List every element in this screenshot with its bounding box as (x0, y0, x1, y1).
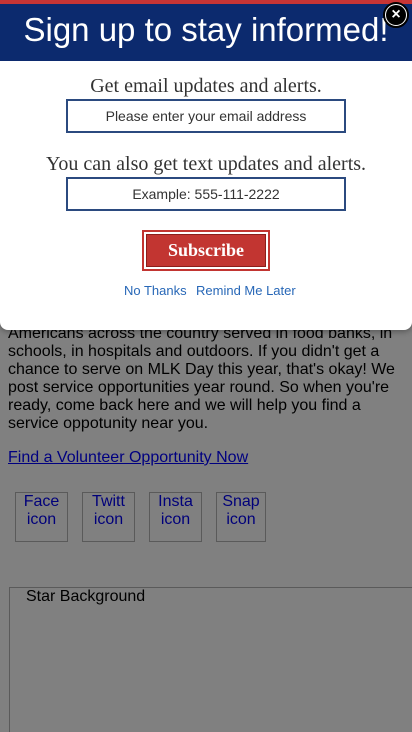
signup-modal: Sign up to stay informed! × Get email up… (0, 0, 412, 330)
social-label-1: Insta (158, 493, 193, 510)
no-thanks-link[interactable]: No Thanks (124, 283, 187, 298)
social-label-2: icon (226, 511, 256, 528)
remind-later-link[interactable]: Remind Me Later (196, 283, 296, 298)
subscribe-label: Subscribe (146, 234, 266, 267)
social-label-2: icon (26, 511, 57, 528)
text-label: You can also get text updates and alerts… (45, 153, 367, 175)
social-label-1: Snap (222, 493, 260, 510)
email-field[interactable] (66, 99, 346, 133)
modal-title: Sign up to stay informed! (23, 11, 389, 48)
social-label-1: Face (23, 493, 60, 510)
close-icon: × (386, 5, 406, 25)
instagram-icon[interactable]: Insta icon (149, 492, 202, 542)
social-label-1: Twitt (92, 493, 125, 510)
email-label: Get email updates and alerts. (90, 75, 322, 97)
subscribe-button[interactable]: Subscribe (142, 230, 270, 271)
close-button[interactable]: × (383, 2, 409, 28)
volunteer-link[interactable]: Find a Volunteer Opportunity Now (8, 449, 248, 467)
snapchat-icon[interactable]: Snap icon (216, 492, 266, 542)
star-background-alt: Star Background (26, 588, 146, 605)
social-label-2: icon (160, 511, 191, 528)
modal-header: Sign up to stay informed! (0, 0, 412, 61)
star-background-image: Star Background (9, 587, 412, 732)
facebook-icon[interactable]: Face icon (15, 492, 68, 542)
twitter-icon[interactable]: Twitt icon (82, 492, 135, 542)
page-body-text: Americans across the country served in f… (8, 325, 395, 432)
phone-field[interactable] (66, 177, 346, 211)
social-label-2: icon (93, 511, 124, 528)
